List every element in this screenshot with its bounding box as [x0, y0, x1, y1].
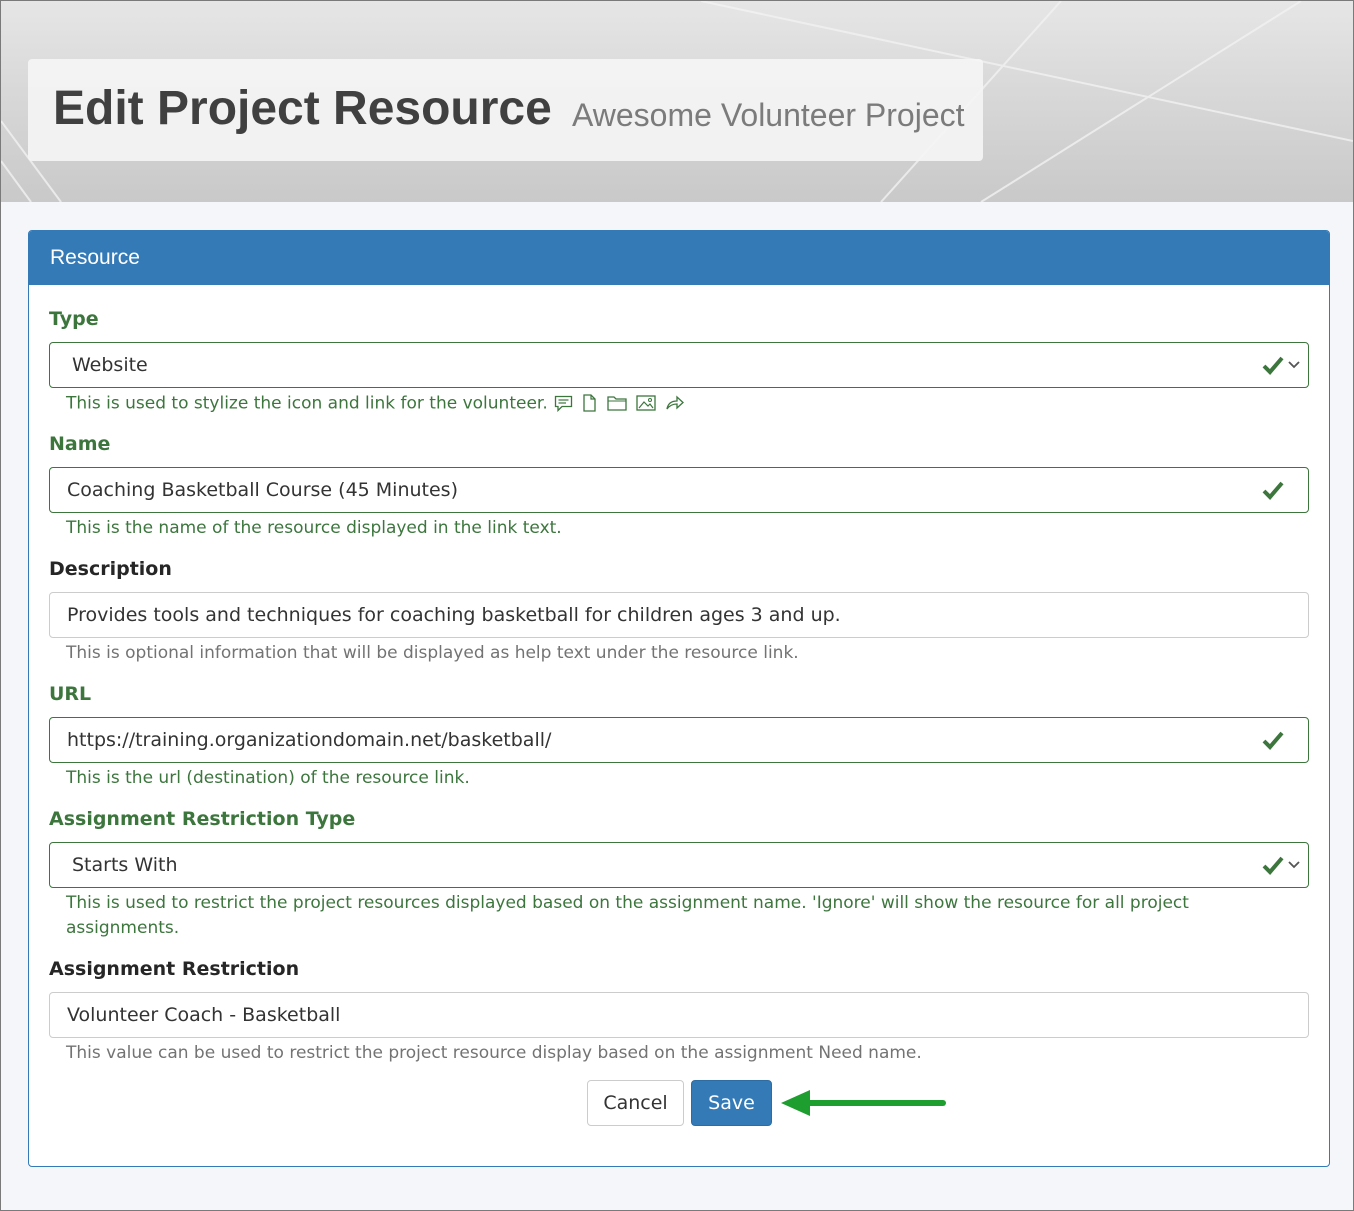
page-title: Edit Project Resource: [53, 82, 552, 135]
name-label: Name: [49, 433, 111, 455]
comment-icon: [554, 395, 572, 412]
restriction-type-label: Assignment Restriction Type: [49, 808, 356, 830]
page-subtitle: Awesome Volunteer Project: [572, 97, 965, 133]
url-label: URL: [49, 683, 92, 705]
check-icon: [1262, 356, 1284, 375]
chevron-down-icon: [1288, 861, 1300, 869]
type-icons: [554, 391, 690, 416]
panel-heading: Resource: [29, 231, 1329, 285]
description-label: Description: [49, 558, 172, 580]
check-icon: [1262, 856, 1284, 875]
check-icon: [1262, 481, 1284, 500]
restriction-label: Assignment Restriction: [49, 958, 300, 980]
resource-panel: Resource Type Website This is used to st…: [28, 230, 1330, 1167]
type-select-value: Website: [72, 354, 148, 376]
restriction-input-value: Volunteer Coach - Basketball: [67, 1004, 341, 1026]
type-help-text: This is used to stylize the icon and lin…: [49, 391, 1309, 417]
restriction-type-help: This is used to restrict the project res…: [66, 893, 1189, 938]
description-help: This is optional information that will b…: [66, 643, 799, 663]
restriction-type-field-group: Assignment Restriction Type Starts With …: [49, 806, 1309, 941]
url-input-value: https://training.organizationdomain.net/…: [67, 729, 552, 751]
url-field-group: URL https://training.organizationdomain.…: [49, 681, 1309, 791]
description-input[interactable]: Provides tools and techniques for coachi…: [49, 592, 1309, 638]
type-help: This is used to stylize the icon and lin…: [66, 393, 548, 414]
save-button[interactable]: Save: [691, 1080, 772, 1126]
name-input-value: Coaching Basketball Course (45 Minutes): [67, 479, 458, 501]
restriction-help: This value can be used to restrict the p…: [66, 1043, 922, 1063]
restriction-type-select[interactable]: Starts With: [49, 842, 1309, 888]
image-icon: [636, 395, 656, 411]
restriction-input[interactable]: Volunteer Coach - Basketball: [49, 992, 1309, 1038]
check-icon: [1262, 731, 1284, 750]
name-field-group: Name Coaching Basketball Course (45 Minu…: [49, 431, 1309, 541]
description-input-value: Provides tools and techniques for coachi…: [67, 604, 841, 626]
header-banner: Edit Project Resource Awesome Volunteer …: [1, 1, 1353, 202]
folder-icon: [606, 396, 627, 411]
type-label: Type: [49, 308, 99, 330]
url-input[interactable]: https://training.organizationdomain.net/…: [49, 717, 1309, 763]
type-select[interactable]: Website: [49, 342, 1309, 388]
cancel-button[interactable]: Cancel: [587, 1080, 684, 1126]
url-help: This is the url (destination) of the res…: [66, 768, 470, 788]
restriction-type-select-value: Starts With: [72, 854, 178, 876]
name-help: This is the name of the resource display…: [66, 518, 562, 538]
restriction-field-group: Assignment Restriction Volunteer Coach -…: [49, 956, 1309, 1066]
annotation-arrow-icon: [781, 1090, 946, 1116]
title-box: Edit Project Resource Awesome Volunteer …: [28, 59, 983, 161]
share-icon: [666, 395, 685, 410]
type-field-group: Type Website This is used to stylize the…: [49, 306, 1309, 417]
chevron-down-icon: [1288, 361, 1300, 369]
file-icon: [583, 394, 596, 412]
name-input[interactable]: Coaching Basketball Course (45 Minutes): [49, 467, 1309, 513]
description-field-group: Description Provides tools and technique…: [49, 556, 1309, 666]
